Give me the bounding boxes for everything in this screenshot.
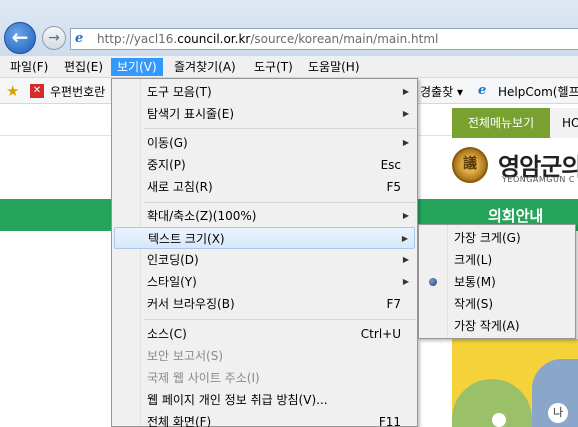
menu-separator <box>144 128 416 129</box>
menu-item-style[interactable]: 스타일(Y) ▶ <box>114 271 415 293</box>
favorite-helpcom[interactable]: HelpCom(헬프 <box>498 83 578 100</box>
home-tab[interactable]: HO <box>550 108 578 138</box>
favorite-item[interactable]: 경출찾 ▾ <box>420 83 463 100</box>
submenu-arrow-icon: ▶ <box>402 109 409 118</box>
menu-item-go-to[interactable]: 이동(G) ▶ <box>114 132 415 154</box>
radio-selected-icon <box>429 278 437 286</box>
menu-bar: 파일(F) 편집(E) 보기(V) 즐겨찾기(A) 도구(T) 도움말(H) <box>0 56 578 78</box>
back-button[interactable]: ← <box>4 22 36 54</box>
full-menu-tab[interactable]: 전체메뉴보기 <box>452 108 550 138</box>
map-image: 나 <box>452 339 578 427</box>
shortcut-label: Ctrl+U <box>360 327 401 341</box>
text-size-medium[interactable]: 보통(M) <box>421 271 573 293</box>
text-size-largest[interactable]: 가장 크게(G) <box>421 227 573 249</box>
submenu-arrow-icon: ▶ <box>402 87 409 96</box>
text-size-submenu: 가장 크게(G) 크게(L) 보통(M) 작게(S) 가장 작게(A) <box>418 224 576 339</box>
text-size-larger[interactable]: 크게(L) <box>421 249 573 271</box>
submenu-arrow-icon: ▶ <box>402 211 409 220</box>
address-toolbar: ← → e http://yacl16.council.or.kr/source… <box>0 0 578 56</box>
council-seal-logo: 議 <box>452 147 488 183</box>
shortcut-label: F7 <box>386 297 401 311</box>
menu-item-international-address: 국제 웹 사이트 주소(I) <box>147 371 260 385</box>
submenu-arrow-icon: ▶ <box>402 277 409 286</box>
ie-favorite-icon: e <box>478 83 487 98</box>
map-pin-icon[interactable]: 나 <box>548 403 568 423</box>
menu-item-full-screen[interactable]: 전체 화면(F) F11 <box>114 411 415 427</box>
submenu-arrow-icon: ▶ <box>402 255 409 264</box>
menu-item-caret-browsing[interactable]: 커서 브라우징(B) F7 <box>114 293 415 315</box>
menu-item-privacy-policy[interactable]: 웹 페이지 개인 정보 취급 방침(V)... <box>114 389 415 411</box>
favorite-site-icon: ✕ <box>30 84 44 98</box>
menu-favorites[interactable]: 즐겨찾기(A) <box>168 58 242 76</box>
shortcut-label: Esc <box>380 158 401 172</box>
menu-item-explorer-bar[interactable]: 탐색기 표시줄(E) ▶ <box>114 103 415 125</box>
menu-view[interactable]: 보기(V) <box>111 58 163 76</box>
site-subtitle: YEONGAMGUN C <box>502 175 575 184</box>
menu-item-text-size[interactable]: 텍스트 크기(X) ▶ <box>114 227 415 249</box>
map-pin-icon[interactable] <box>492 413 506 427</box>
menu-file[interactable]: 파일(F) <box>4 58 54 76</box>
menu-item-source[interactable]: 소스(C) Ctrl+U <box>114 323 415 345</box>
menu-separator <box>144 202 416 203</box>
text-size-smallest[interactable]: 가장 작게(A) <box>421 315 573 337</box>
ie-page-icon: e <box>75 31 84 46</box>
nav-council-info[interactable]: 의회안내 <box>488 205 543 226</box>
favorites-star-icon[interactable]: ★ <box>6 82 19 100</box>
submenu-arrow-icon: ▶ <box>402 138 409 147</box>
view-menu-dropdown: 도구 모음(T) ▶ 탐색기 표시줄(E) ▶ 이동(G) ▶ 중지(P) Esc 새로… <box>111 78 418 427</box>
text-size-smaller[interactable]: 작게(S) <box>421 293 573 315</box>
favorite-zipcode[interactable]: 우편번호란 <box>50 83 105 100</box>
menu-separator <box>144 319 416 320</box>
shortcut-label: F11 <box>378 415 401 427</box>
address-bar[interactable]: e http://yacl16.council.or.kr/source/kor… <box>70 28 578 50</box>
submenu-arrow-icon: ▶ <box>401 234 408 243</box>
menu-item-encoding[interactable]: 인코딩(D) ▶ <box>114 249 415 271</box>
menu-edit[interactable]: 편집(E) <box>58 58 109 76</box>
shortcut-label: F5 <box>386 180 401 194</box>
menu-item-toolbars[interactable]: 도구 모음(T) ▶ <box>114 81 415 103</box>
forward-button[interactable]: → <box>42 26 66 50</box>
menu-tools[interactable]: 도구(T) <box>248 58 299 76</box>
menu-item-security-report: 보안 보고서(S) <box>147 349 223 363</box>
menu-item-stop[interactable]: 중지(P) Esc <box>114 154 415 176</box>
url-text: http://yacl16.council.or.kr/source/korea… <box>97 32 439 46</box>
menu-item-zoom[interactable]: 확대/축소(Z)(100%) ▶ <box>114 205 415 227</box>
menu-help[interactable]: 도움말(H) <box>302 58 366 76</box>
menu-item-refresh[interactable]: 새로 고침(R) F5 <box>114 176 415 198</box>
